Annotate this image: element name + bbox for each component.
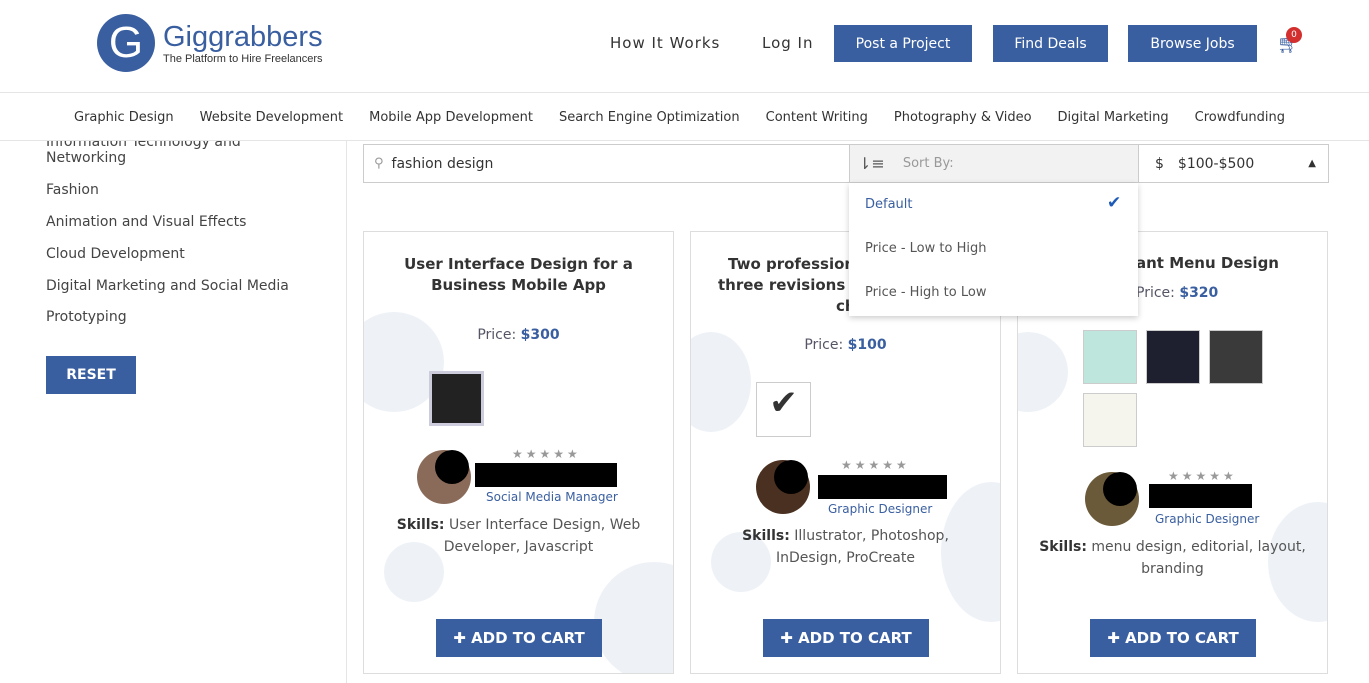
sidebar-item[interactable]: Digital Marketing and Social Media [46,278,289,294]
category-link[interactable]: Mobile App Development [369,110,533,125]
logo-mark: G [97,14,155,72]
category-link[interactable]: Graphic Design [74,110,174,125]
avatar [756,460,810,514]
category-link[interactable]: Crowdfunding [1195,110,1285,125]
category-link[interactable]: Photography & Video [894,110,1032,125]
sort-icon: ⇂≡ [858,154,885,173]
seller-role: Social Media Manager [486,490,618,504]
gig-skills: Skills: menu design, editorial, layout, … [1039,539,1306,577]
gig-price: Price: $320 [1136,285,1219,301]
gig-card[interactable]: User Interface Design for a Business Mob… [363,231,674,674]
sidebar-item[interactable]: Fashion [46,182,99,198]
sort-option-low-high[interactable]: Price - Low to High [865,241,986,256]
gig-thumbnail[interactable]: ✔ [756,382,811,437]
rating-stars: ★★★★★ [512,447,581,461]
sidebar-item[interactable]: Cloud Development [46,246,185,262]
header: G Giggrabbers The Platform to Hire Freel… [0,0,1369,93]
sort-placeholder: Sort By: [902,156,954,171]
search-input[interactable]: ⚲ fashion design [363,144,850,183]
gig-price: Price: $300 [477,327,560,343]
category-link[interactable]: Content Writing [766,110,868,125]
divider [346,141,347,683]
gig-price: Price: $100 [804,337,887,353]
redacted-name [1149,484,1252,508]
cart-count-badge: 0 [1286,27,1302,43]
find-deals-button[interactable]: Find Deals [993,25,1108,62]
gig-thumbnail[interactable] [429,371,484,426]
price-range-value: $100-$500 [1177,155,1255,172]
check-icon: ✔ [1107,193,1122,213]
gig-thumbnail[interactable] [1083,393,1137,447]
avatar [417,450,471,504]
gig-title[interactable]: User Interface Design for a Business Mob… [364,254,673,296]
gig-skills: Skills: Illustrator, Photoshop, InDesign… [742,528,949,566]
gig-title[interactable]: ant Menu Design [1136,254,1279,272]
gig-skills: Skills: User Interface Design, Web Devel… [396,517,641,555]
rating-stars: ★★★★★ [1168,469,1237,483]
category-bar: Graphic Design Website Development Mobil… [0,94,1369,141]
brand-name: Giggrabbers [163,21,323,53]
price-range-select[interactable]: $ $100-$500 ▲ [1138,144,1329,183]
nav-log-in[interactable]: Log In [762,34,814,52]
reset-button[interactable]: RESET [46,356,136,394]
select-arrows-icon: ▲ [1308,158,1316,169]
seller-role: Graphic Designer [828,502,933,516]
gig-thumbnail[interactable] [1083,330,1137,384]
logo[interactable]: G Giggrabbers The Platform to Hire Freel… [97,14,323,72]
sort-select[interactable]: ⇂≡ Sort By: [849,144,1139,183]
sidebar-item[interactable]: Networking [46,150,126,166]
redacted-name [475,463,617,487]
sort-option-high-low[interactable]: Price - High to Low [865,285,986,300]
sidebar-item[interactable]: Animation and Visual Effects [46,214,246,230]
gig-thumbnail[interactable] [1146,330,1200,384]
rating-stars: ★★★★★ [841,458,910,472]
sidebar-item[interactable]: Prototyping [46,309,127,325]
search-icon: ⚲ [374,156,384,171]
sort-dropdown: Default ✔ Price - Low to High Price - Hi… [849,183,1138,316]
category-link[interactable]: Digital Marketing [1058,110,1169,125]
add-to-cart-button[interactable]: ✚ ADD TO CART [436,619,602,657]
post-project-button[interactable]: Post a Project [834,25,972,62]
seller-role: Graphic Designer [1155,512,1260,526]
sort-option-default[interactable]: Default [865,197,913,212]
category-link[interactable]: Website Development [200,110,343,125]
currency-icon: $ [1155,155,1164,172]
gig-thumbnail[interactable] [1209,330,1263,384]
category-link[interactable]: Search Engine Optimization [559,110,740,125]
redacted-name [818,475,947,499]
avatar [1085,472,1139,526]
nav-how-it-works[interactable]: How It Works [610,34,720,52]
search-value: fashion design [391,155,494,172]
browse-jobs-button[interactable]: Browse Jobs [1128,25,1257,62]
brand-tagline: The Platform to Hire Freelancers [163,53,323,65]
add-to-cart-button[interactable]: ✚ ADD TO CART [763,619,929,657]
add-to-cart-button[interactable]: ✚ ADD TO CART [1090,619,1256,657]
